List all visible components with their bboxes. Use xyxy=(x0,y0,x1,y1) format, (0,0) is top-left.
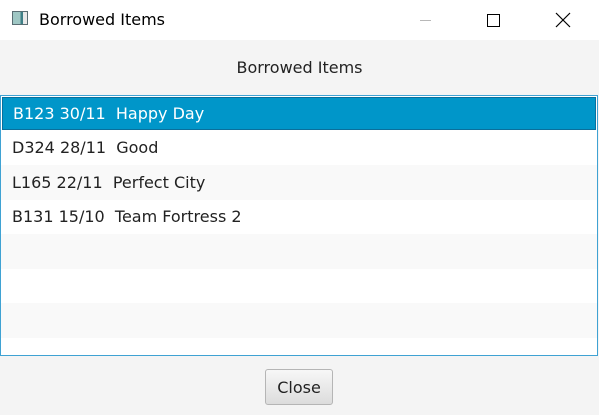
window-title: Borrowed Items xyxy=(39,10,166,29)
close-window-button[interactable] xyxy=(540,0,586,40)
list-heading: Borrowed Items xyxy=(0,40,599,94)
list-item[interactable]: L165 22/11 Perfect City xyxy=(1,165,597,200)
maximize-button[interactable] xyxy=(470,0,516,40)
list-item[interactable] xyxy=(1,337,597,355)
minimize-icon xyxy=(419,19,431,21)
list-item[interactable]: B123 30/11 Happy Day xyxy=(2,97,596,130)
maximize-icon xyxy=(486,13,500,27)
title-bar[interactable]: Borrowed Items xyxy=(0,0,599,40)
app-icon xyxy=(12,11,28,25)
close-icon xyxy=(555,12,571,28)
close-button[interactable]: Close xyxy=(265,369,333,405)
list-item[interactable]: D324 28/11 Good xyxy=(1,130,597,165)
borrowed-items-window: Borrowed Items Borrowed Items B123 30/11… xyxy=(0,0,599,415)
list-item[interactable] xyxy=(1,303,597,338)
list-item[interactable]: B131 15/10 Team Fortress 2 xyxy=(1,199,597,234)
borrowed-items-list[interactable]: B123 30/11 Happy Day D324 28/11 Good L16… xyxy=(0,95,598,356)
list-item[interactable] xyxy=(1,234,597,269)
list-item[interactable] xyxy=(1,268,597,303)
minimize-button[interactable] xyxy=(402,0,448,40)
